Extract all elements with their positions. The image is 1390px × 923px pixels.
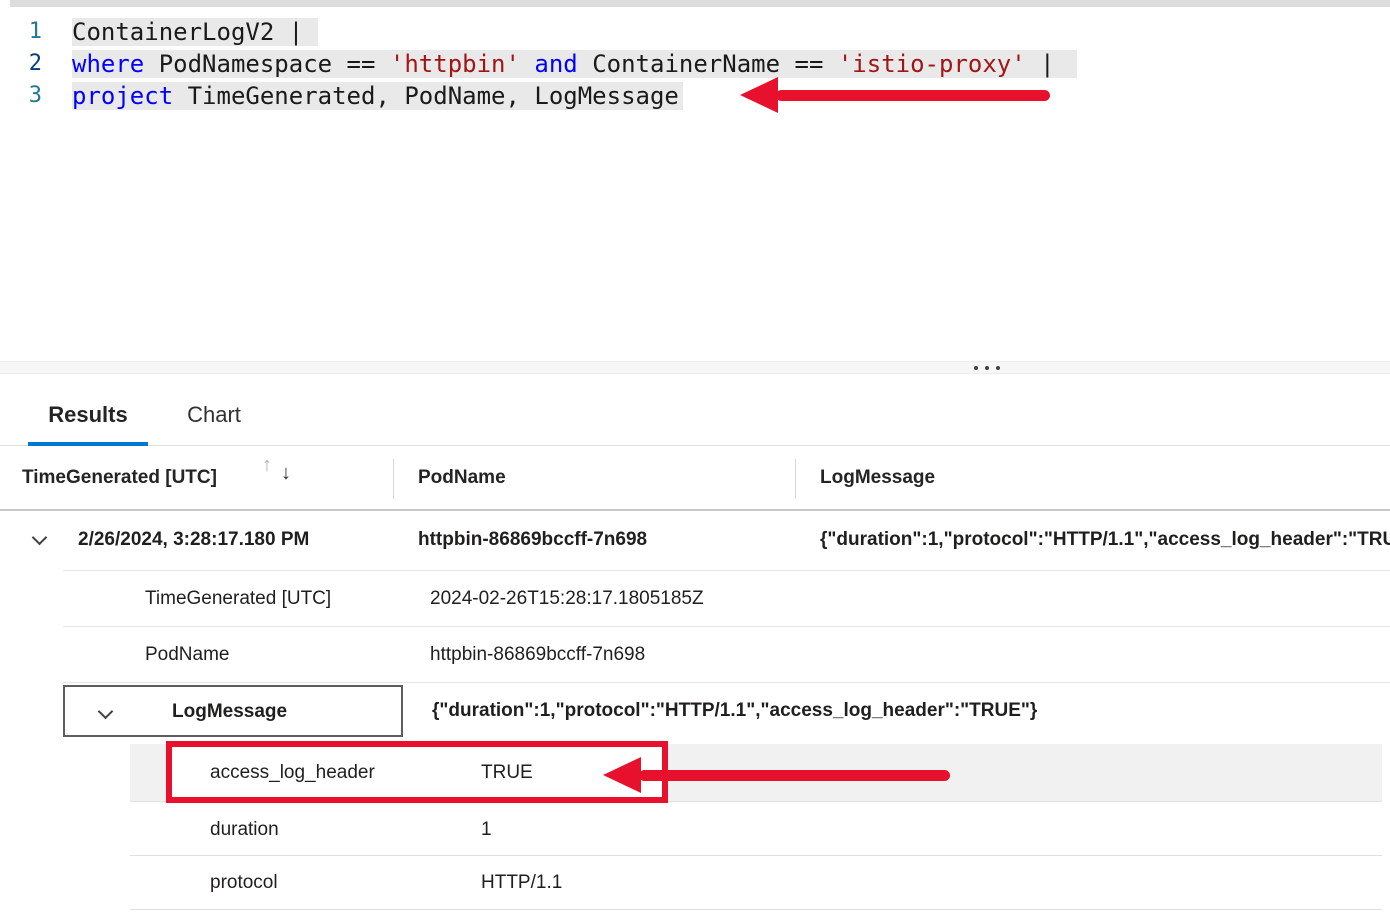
keyword-token: and (534, 50, 578, 78)
log-field-row-duration[interactable]: duration 1 (130, 803, 1382, 856)
column-divider[interactable] (795, 459, 796, 499)
detail-row-timegenerated[interactable]: TimeGenerated [UTC] 2024-02-26T15:28:17.… (0, 571, 1390, 627)
table-header: TimeGenerated [UTC] ↑ ↓ PodName LogMessa… (0, 447, 1390, 511)
sort-descending-icon[interactable]: ↓ (281, 462, 291, 485)
field-value: 1 (481, 819, 492, 840)
field-value: HTTP/1.1 (481, 872, 563, 893)
log-field-row-protocol[interactable]: protocol HTTP/1.1 (130, 856, 1382, 910)
detail-row-podname[interactable]: PodName httpbin-86869bccff-7n698 (0, 627, 1390, 683)
cell-podname: httpbin-86869bccff-7n698 (418, 529, 648, 550)
detail-value: httpbin-86869bccff-7n698 (430, 644, 646, 665)
query-code[interactable]: project TimeGenerated, PodName, LogMessa… (72, 80, 683, 112)
plain-token: ContainerName == (577, 50, 838, 78)
log-analytics-results-view: 1 ContainerLogV2 | 2 where PodNamespace … (0, 0, 1390, 923)
line-number: 1 (28, 19, 42, 44)
column-header-logmessage[interactable]: LogMessage (820, 447, 935, 509)
table-name-token: ContainerLogV2 | (72, 18, 304, 46)
chevron-down-icon[interactable] (31, 529, 48, 546)
query-editor[interactable]: 1 ContainerLogV2 | 2 where PodNamespace … (0, 0, 1390, 130)
query-line-3[interactable]: 3 project TimeGenerated, PodName, LogMes… (0, 80, 683, 112)
arrow-shaft (639, 770, 950, 781)
detail-label: TimeGenerated [UTC] (145, 588, 332, 609)
logmessage-focus-box[interactable]: LogMessage (63, 685, 403, 737)
drag-handle-icon[interactable] (974, 366, 1000, 370)
dot (985, 366, 989, 370)
keyword-token: project (72, 82, 174, 110)
chevron-down-icon[interactable] (97, 703, 114, 720)
plain-token: | (1025, 50, 1055, 78)
detail-value: 2024-02-26T15:28:17.1805185Z (430, 588, 704, 609)
dot (996, 366, 1000, 370)
string-token: 'httpbin' (389, 50, 520, 78)
dot (974, 366, 978, 370)
query-code[interactable]: ContainerLogV2 | (72, 16, 319, 48)
detail-value: {"duration":1,"protocol":"HTTP/1.1","acc… (432, 700, 1038, 721)
field-value: TRUE (481, 762, 533, 783)
editor-top-border (10, 0, 1390, 7)
string-token: 'istio-proxy' (837, 50, 1026, 78)
plain-token: PodNamespace == (144, 50, 390, 78)
field-label: access_log_header (210, 762, 375, 783)
plain-token: TimeGenerated, PodName, LogMessage (173, 82, 679, 110)
detail-label: LogMessage (172, 701, 288, 722)
query-code[interactable]: where PodNamespace == 'httpbin' and Cont… (72, 48, 1077, 80)
tab-results[interactable]: Results (28, 387, 148, 446)
results-tab-bar: Results Chart (0, 387, 1390, 446)
arrow-shaft (776, 90, 1050, 101)
column-divider[interactable] (393, 459, 394, 499)
table-row[interactable]: 2/26/2024, 3:28:17.180 PM httpbin-86869b… (0, 511, 1390, 571)
arrow-head-icon (603, 757, 641, 793)
field-label: duration (210, 819, 279, 840)
arrow-head-icon (740, 77, 778, 113)
keyword-token: where (72, 50, 145, 78)
line-number: 3 (28, 83, 42, 108)
field-label: protocol (210, 872, 278, 893)
sort-ascending-icon[interactable]: ↑ (262, 454, 272, 477)
cell-timegenerated: 2/26/2024, 3:28:17.180 PM (78, 529, 310, 550)
panel-splitter[interactable] (0, 361, 1390, 374)
column-header-podname[interactable]: PodName (418, 447, 506, 509)
query-line-1[interactable]: 1 ContainerLogV2 | (0, 16, 319, 48)
cell-logmessage: {"duration":1,"protocol":"HTTP/1.1","acc… (820, 529, 1390, 550)
detail-row-logmessage[interactable]: LogMessage {"duration":1,"protocol":"HTT… (0, 683, 1390, 741)
column-header-timegenerated[interactable]: TimeGenerated [UTC] (22, 447, 217, 509)
line-number: 2 (28, 51, 42, 76)
tab-chart[interactable]: Chart (160, 387, 268, 446)
query-line-2[interactable]: 2 where PodNamespace == 'httpbin' and Co… (0, 48, 1077, 80)
detail-label: PodName (145, 644, 230, 665)
